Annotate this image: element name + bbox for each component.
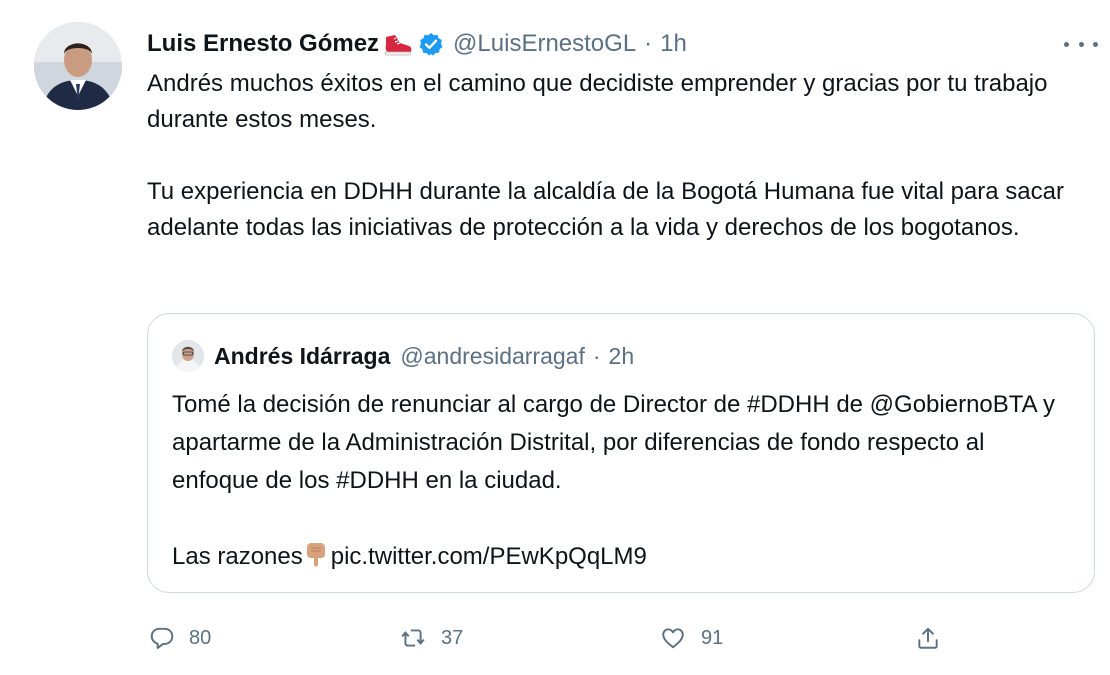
quoted-tweet-text: Tomé la decisión de renunciar al cargo d…	[172, 386, 1072, 580]
reply-count: 80	[189, 626, 212, 649]
tweet-paragraph: Tu experiencia en DDHH durante la alcald…	[147, 178, 1064, 241]
tweet-timestamp[interactable]: 1h	[660, 30, 687, 58]
quoted-paragraph: Tomé la decisión de renunciar al cargo d…	[172, 391, 1056, 494]
reply-icon	[149, 625, 175, 651]
quoted-author-name[interactable]: Andrés Idárraga	[214, 343, 390, 370]
more-options-icon[interactable]	[1064, 30, 1098, 58]
quoted-tweet-timestamp[interactable]: 2h	[609, 343, 635, 370]
quoted-author-avatar[interactable]	[172, 340, 204, 372]
author-handle[interactable]: @LuisErnestoGL	[453, 30, 636, 58]
quoted-link[interactable]: pic.twitter.com/PEwKpQqLM9	[331, 543, 647, 570]
reply-button[interactable]: 80	[149, 618, 211, 658]
like-button[interactable]: 91	[659, 618, 723, 658]
separator-dot: ·	[592, 342, 601, 369]
share-button[interactable]	[915, 618, 941, 658]
retweet-button[interactable]: 37	[399, 618, 463, 658]
tweet-paragraph: Andrés muchos éxitos en el camino que de…	[147, 70, 1048, 133]
author-avatar[interactable]	[34, 22, 122, 110]
retweet-icon	[399, 625, 427, 651]
like-icon	[659, 625, 687, 651]
share-icon	[915, 625, 941, 651]
author-name[interactable]: Luis Ernesto Gómez	[147, 30, 379, 58]
quoted-tweet[interactable]: Andrés Idárraga @andresidarragaf · 2h To…	[147, 313, 1095, 593]
reasons-label: Las razones	[172, 543, 303, 570]
backhand-index-pointing-down-emoji-icon	[305, 542, 327, 580]
tweet-header: Luis Ernesto Gómez @LuisErnestoGL · 1h	[147, 24, 687, 64]
like-count: 91	[701, 626, 724, 649]
quoted-paragraph-reasons: Las razones pic.twitter.com/PEwKpQqLM9	[172, 538, 1072, 580]
tweet[interactable]: Luis Ernesto Gómez @LuisErnestoGL · 1h A…	[0, 0, 1110, 675]
quoted-author-handle[interactable]: @andresidarragaf	[400, 343, 584, 370]
separator-dot: ·	[644, 30, 653, 57]
tweet-text: Andrés muchos éxitos en el camino que de…	[147, 66, 1082, 246]
tweet-actions: 80 37 91	[147, 618, 1107, 658]
quoted-tweet-header: Andrés Idárraga @andresidarragaf · 2h	[172, 338, 634, 374]
retweet-count: 37	[441, 626, 464, 649]
verified-badge-icon	[419, 32, 443, 56]
shoe-emoji-icon	[383, 31, 413, 57]
